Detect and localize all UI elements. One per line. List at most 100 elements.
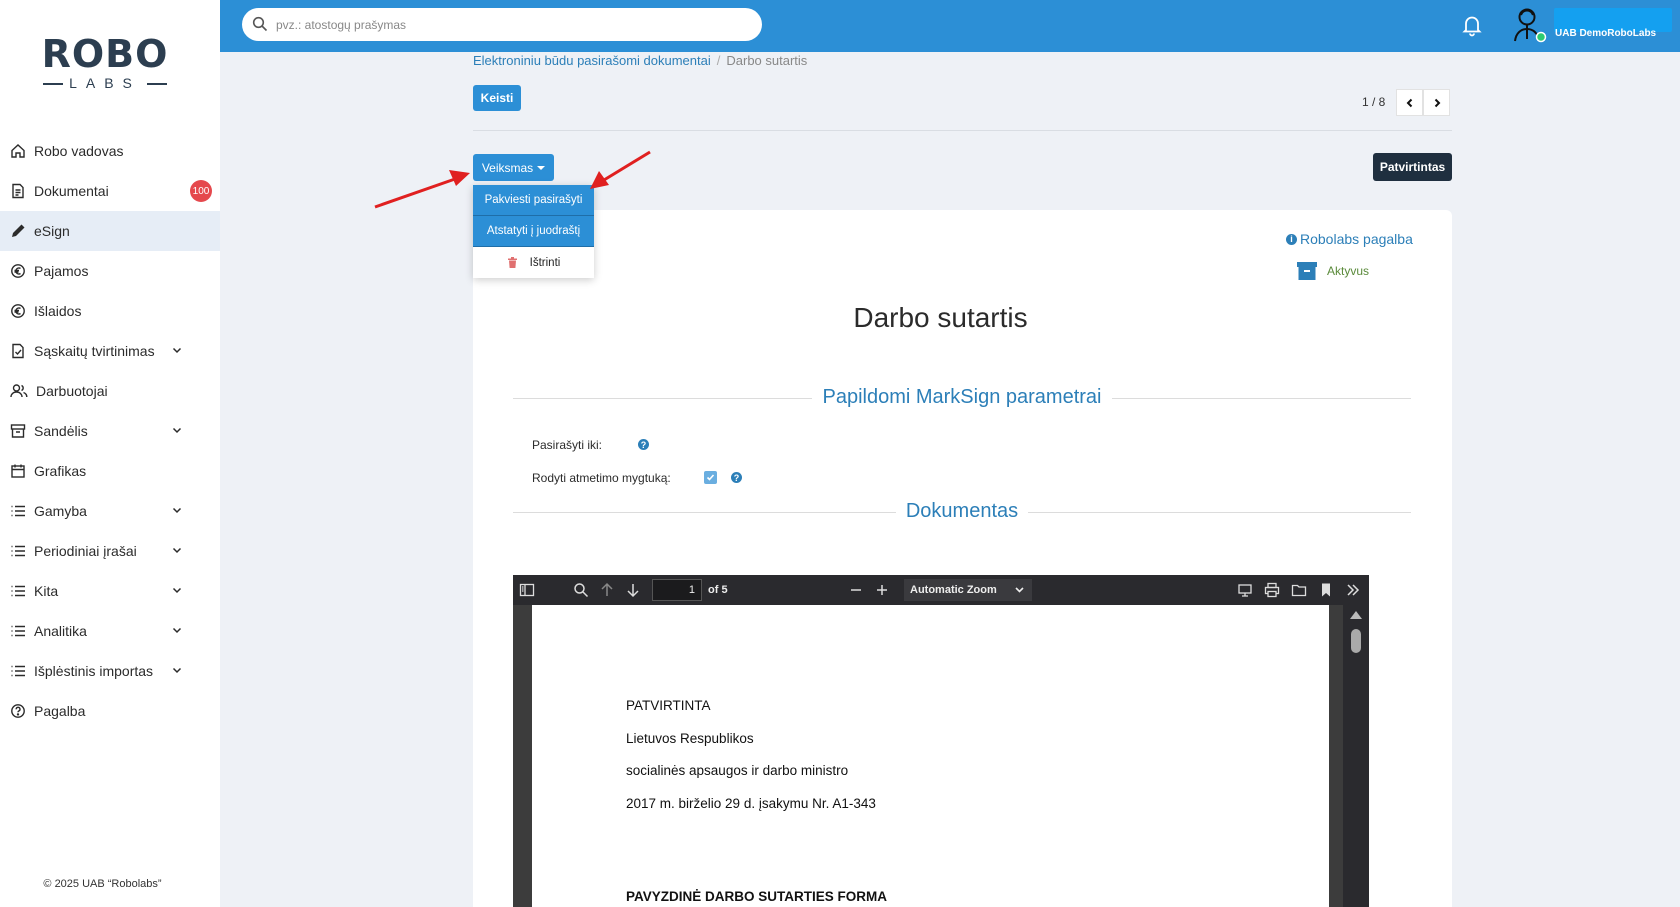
list-icon xyxy=(10,583,26,599)
action-dropdown-button[interactable]: Veiksmas xyxy=(473,154,554,181)
pdf-viewer: of 5 Automatic Zoom PATVIRTINTA Lietuvos… xyxy=(513,575,1369,907)
search-box xyxy=(242,8,762,41)
list-icon xyxy=(10,663,26,679)
menu-item-invite-to-sign[interactable]: Pakviesti pasirašyti xyxy=(473,185,594,216)
trash-icon xyxy=(507,257,517,268)
zoom-in-icon[interactable] xyxy=(874,582,890,598)
sidebar-item-pajamos[interactable]: Pajamos xyxy=(0,251,220,291)
info-icon: i xyxy=(1286,233,1297,245)
sidebar-item-label: Pajamos xyxy=(34,263,89,279)
chevron-down-icon xyxy=(172,427,182,434)
sidebar-item-label: Pagalba xyxy=(34,703,86,719)
edit-button[interactable]: Keisti xyxy=(473,85,521,111)
warehouse-icon xyxy=(10,423,26,439)
sidebar-item-esign[interactable]: eSign xyxy=(0,211,220,251)
tools-expand-icon[interactable] xyxy=(1345,582,1361,598)
presentation-mode-icon[interactable] xyxy=(1237,582,1253,598)
breadcrumb: Elektroniniu būdu pasirašomi dokumentai /… xyxy=(473,53,807,68)
sidebar-item-robo-vadovas[interactable]: Robo vadovas xyxy=(0,131,220,171)
question-icon[interactable]: ? xyxy=(638,439,649,450)
avatar[interactable] xyxy=(1510,5,1550,45)
action-button-label: Veiksmas xyxy=(481,160,534,175)
sign-until-label: Pasirašyti iki: xyxy=(532,438,603,452)
arrow-up-icon[interactable] xyxy=(599,582,615,598)
sidebar-item-analitika[interactable]: Analitika xyxy=(0,611,220,651)
breadcrumb-parent-link[interactable]: Elektroniniu būdu pasirašomi dokumentai xyxy=(473,53,711,68)
next-record-button[interactable] xyxy=(1423,89,1450,116)
sidebar-item-kita[interactable]: Kita xyxy=(0,571,220,611)
top-bar: UAB DemoRoboLabs xyxy=(220,0,1680,52)
sidebar-item-pagalba[interactable]: Pagalba xyxy=(0,691,220,731)
sidebar-item-islaidos[interactable]: Išlaidos xyxy=(0,291,220,331)
sidebar-item-grafikas[interactable]: Grafikas xyxy=(0,451,220,491)
sidebar-item-label: Dokumentai xyxy=(34,183,109,199)
pdf-toolbar: of 5 Automatic Zoom xyxy=(513,575,1369,605)
notification-badge: 100 xyxy=(190,180,212,202)
sidebar-item-sandelis[interactable]: Sandėlis xyxy=(0,411,220,451)
list-icon xyxy=(10,503,26,519)
chevron-down-icon xyxy=(172,507,182,514)
zoom-out-icon[interactable] xyxy=(848,582,864,598)
chevron-down-icon xyxy=(172,587,182,594)
pdf-page: PATVIRTINTA Lietuvos Respublikos sociali… xyxy=(532,605,1329,907)
zoom-select[interactable]: Automatic Zoom xyxy=(904,579,1032,601)
print-icon[interactable] xyxy=(1264,582,1280,598)
check-icon xyxy=(706,474,715,481)
arrow-down-icon[interactable] xyxy=(625,582,641,598)
page-number-input[interactable] xyxy=(652,579,702,601)
page-title: Darbo sutartis xyxy=(853,302,1028,333)
sidebar-item-label: Sąskaitų tvirtinimas xyxy=(34,343,155,359)
section-document: Dokumentas xyxy=(513,500,1411,526)
question-icon[interactable]: ? xyxy=(731,472,742,483)
menu-item-label: Ištrinti xyxy=(529,256,561,269)
help-link[interactable]: i Robolabs pagalba xyxy=(1286,231,1413,247)
sidebar-item-label: Analitika xyxy=(34,623,87,639)
sidebar-item-saskaitu-tvirtinimas[interactable]: Sąskaitų tvirtinimas xyxy=(0,331,220,371)
robolabs-logo[interactable]: ROBO LABS xyxy=(40,34,170,96)
section-title-text: Papildomi MarkSign parametrai xyxy=(812,386,1112,408)
chevron-down-icon xyxy=(172,627,182,634)
sidebar-toggle-icon[interactable] xyxy=(519,582,535,598)
list-icon xyxy=(10,543,26,559)
scroll-up-arrow-icon[interactable] xyxy=(1350,611,1362,619)
archive-icon xyxy=(1297,262,1317,280)
open-file-icon[interactable] xyxy=(1291,582,1307,598)
menu-item-delete[interactable]: Ištrinti xyxy=(473,247,594,278)
sidebar-item-gamyba[interactable]: Gamyba xyxy=(0,491,220,531)
sidebar-item-label: Išplėstinis importas xyxy=(34,663,154,679)
help-link-label: Robolabs pagalba xyxy=(1300,231,1413,247)
show-reject-checkbox[interactable] xyxy=(704,471,717,484)
search-icon[interactable] xyxy=(573,582,589,598)
pdf-text-line: socialinės apsaugos ir darbo ministro xyxy=(626,763,849,778)
sidebar-item-dokumentai[interactable]: Dokumentai 100 xyxy=(0,171,220,211)
sidebar-item-isplestinis-importas[interactable]: Išplėstinis importas xyxy=(0,651,220,691)
menu-item-revert-to-draft[interactable]: Atstatyti į juodraštį xyxy=(473,216,594,247)
logo-text-robo: ROBO xyxy=(41,32,169,76)
breadcrumb-separator: / xyxy=(716,53,721,68)
search-icon xyxy=(252,16,268,32)
action-dropdown-menu: Pakviesti pasirašyti Atstatyti į juodraš… xyxy=(473,185,594,278)
bookmark-icon[interactable] xyxy=(1318,582,1334,598)
copyright-text: © 2025 UAB “Robolabs” xyxy=(43,878,162,890)
sidebar-item-periodiniai-irasai[interactable]: Periodiniai įrašai xyxy=(0,531,220,571)
page-count-label: of 5 xyxy=(708,584,728,596)
section-title-text: Dokumentas xyxy=(895,500,1029,522)
sidebar-item-label: Periodiniai įrašai xyxy=(34,543,137,559)
list-icon xyxy=(10,623,26,639)
header-divider xyxy=(473,130,1452,131)
chevron-left-icon xyxy=(1406,98,1412,107)
search-input[interactable] xyxy=(276,15,736,35)
chevron-down-icon xyxy=(172,547,182,554)
bell-icon[interactable] xyxy=(1460,13,1484,37)
sidebar-item-darbuotojai[interactable]: Darbuotojai xyxy=(0,371,220,411)
show-reject-label: Rodyti atmetimo mygtuką: xyxy=(532,471,671,485)
income-icon xyxy=(10,263,26,279)
scroll-thumb[interactable] xyxy=(1351,629,1361,653)
state-label: Aktyvus xyxy=(1327,264,1370,278)
pdf-scrollbar[interactable] xyxy=(1343,605,1369,907)
sidebar: ROBO LABS Robo vadovas Dokumentai 100 eS… xyxy=(0,0,220,907)
user-name[interactable]: UAB DemoRoboLabs xyxy=(1555,28,1656,39)
sidebar-item-label: Robo vadovas xyxy=(34,143,124,159)
section-marksign-params: Papildomi MarkSign parametrai xyxy=(513,386,1411,412)
previous-record-button[interactable] xyxy=(1396,89,1423,116)
